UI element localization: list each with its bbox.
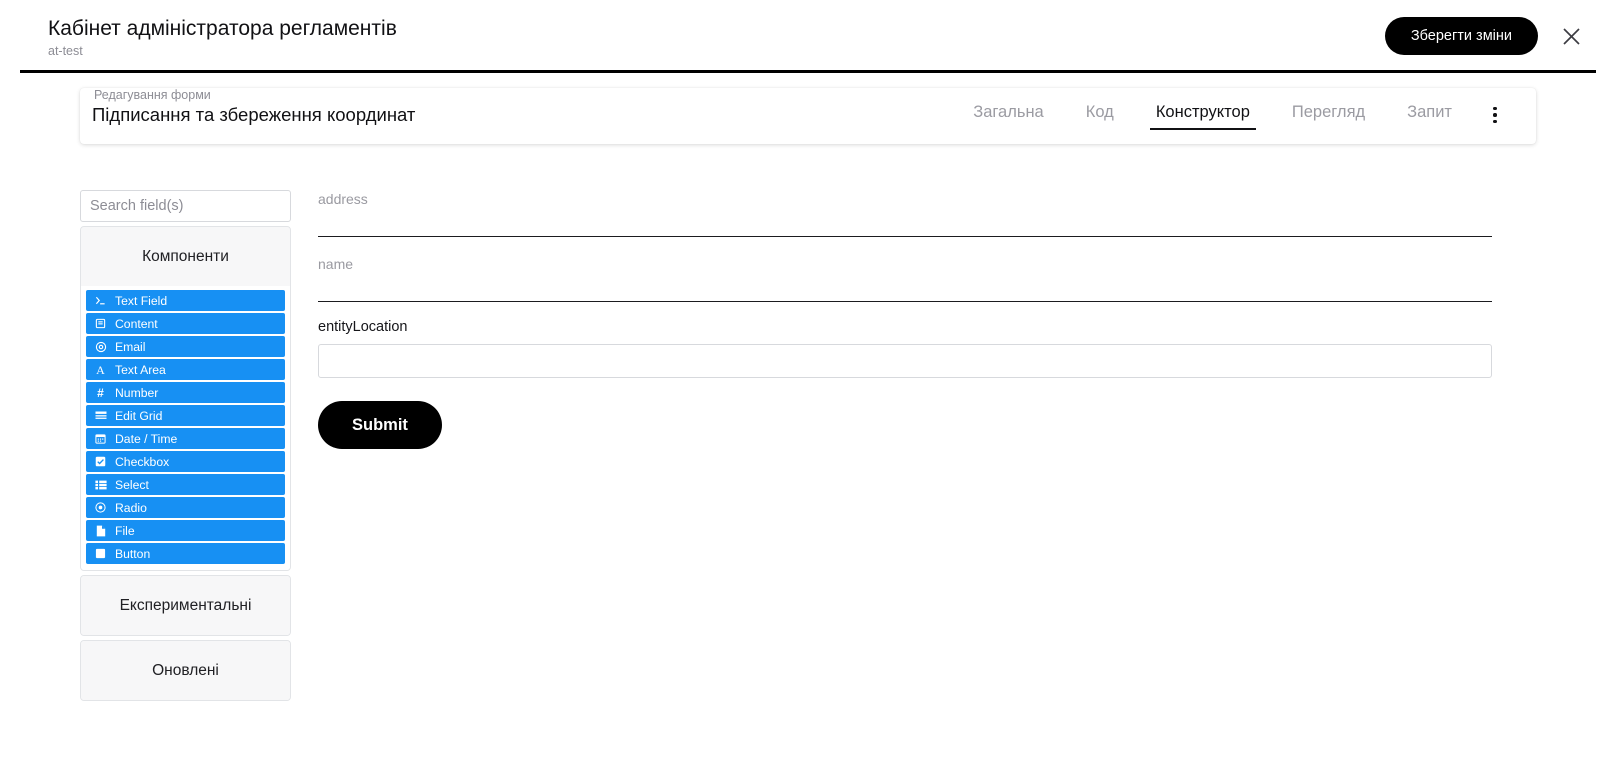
component-email[interactable]: Email xyxy=(86,336,285,357)
radio-icon xyxy=(94,502,107,513)
form-tabs: Загальна Код Конструктор Перегляд Запит xyxy=(967,100,1458,130)
tab-request[interactable]: Запит xyxy=(1401,100,1458,128)
checkbox-icon xyxy=(94,456,107,467)
form-field-address[interactable]: address xyxy=(318,185,1536,250)
component-file[interactable]: File xyxy=(86,520,285,541)
component-select[interactable]: Select xyxy=(86,474,285,495)
content-icon xyxy=(94,318,107,329)
close-icon[interactable] xyxy=(1556,21,1586,51)
component-group-components: Компоненти Text Field Content Email A Te… xyxy=(80,226,291,571)
square-icon xyxy=(94,548,107,559)
submit-button[interactable]: Submit xyxy=(318,401,442,449)
component-edit-grid[interactable]: Edit Grid xyxy=(86,405,285,426)
edit-form-name: Підписання та збереження координат xyxy=(92,104,416,125)
tab-preview[interactable]: Перегляд xyxy=(1286,100,1371,128)
at-icon xyxy=(94,341,107,353)
header-divider xyxy=(20,70,1596,73)
form-canvas: address name entityLocation Submit xyxy=(318,185,1536,449)
component-list: Text Field Content Email A Text Area # N… xyxy=(81,286,290,570)
component-text-area[interactable]: A Text Area xyxy=(86,359,285,380)
file-icon xyxy=(94,525,107,537)
component-number[interactable]: # Number xyxy=(86,382,285,403)
component-checkbox[interactable]: Checkbox xyxy=(86,451,285,472)
tab-code[interactable]: Код xyxy=(1080,100,1120,128)
save-changes-button[interactable]: Зберегти зміни xyxy=(1384,17,1538,55)
component-group-experimental: Експериментальні xyxy=(80,575,291,636)
edit-section-label: Редагування форми xyxy=(94,88,211,102)
component-label: Radio xyxy=(115,500,147,515)
component-label: Number xyxy=(115,385,159,400)
header-actions: Зберегти зміни xyxy=(1384,17,1586,55)
component-radio[interactable]: Radio xyxy=(86,497,285,518)
tab-general[interactable]: Загальна xyxy=(967,100,1050,128)
component-label: Date / Time xyxy=(115,431,178,446)
component-label: Email xyxy=(115,339,146,354)
th-list-icon xyxy=(94,480,107,490)
group-header-experimental[interactable]: Експериментальні xyxy=(81,576,290,635)
field-label-address: address xyxy=(318,191,368,207)
group-header-updated[interactable]: Оновлені xyxy=(81,641,290,700)
search-input[interactable] xyxy=(80,190,291,222)
component-label: Button xyxy=(115,546,151,561)
components-sidebar: Компоненти Text Field xyxy=(80,190,291,701)
more-vertical-icon[interactable] xyxy=(1482,101,1508,129)
tab-constructor[interactable]: Конструктор xyxy=(1149,100,1256,130)
field-label-entitylocation: entityLocation xyxy=(318,319,408,335)
component-label: Text Field xyxy=(115,293,168,308)
header-title-block: Кабінет адміністратора регламентів at-te… xyxy=(48,16,397,59)
group-header-components[interactable]: Компоненти xyxy=(81,227,290,286)
component-label: File xyxy=(115,523,135,538)
component-label: Checkbox xyxy=(115,454,170,469)
form-field-name[interactable]: name xyxy=(318,250,1536,315)
component-button[interactable]: Button xyxy=(86,543,285,564)
list-alt-icon xyxy=(94,411,107,421)
component-label: Text Area xyxy=(115,362,166,377)
calendar-icon xyxy=(94,433,107,444)
form-field-entitylocation: entityLocation xyxy=(318,318,1536,378)
entitylocation-input[interactable] xyxy=(318,344,1492,378)
component-date-time[interactable]: Date / Time xyxy=(86,428,285,449)
component-content[interactable]: Content xyxy=(86,313,285,334)
page-subtitle: at-test xyxy=(48,44,83,58)
component-text-field[interactable]: Text Field xyxy=(86,290,285,311)
font-icon: A xyxy=(96,362,105,377)
terminal-icon xyxy=(94,295,107,306)
hash-icon: # xyxy=(97,385,104,400)
field-label-name: name xyxy=(318,256,354,272)
field-underline xyxy=(318,235,1492,237)
component-label: Select xyxy=(115,477,149,492)
form-edit-card: Редагування форми Підписання та збережен… xyxy=(80,88,1536,144)
app-header: Кабінет адміністратора регламентів at-te… xyxy=(0,0,1616,73)
component-label: Edit Grid xyxy=(115,408,163,423)
component-label: Content xyxy=(115,316,158,331)
page-title: Кабінет адміністратора регламентів xyxy=(48,17,397,40)
field-underline xyxy=(318,300,1492,302)
component-group-updated: Оновлені xyxy=(80,640,291,701)
